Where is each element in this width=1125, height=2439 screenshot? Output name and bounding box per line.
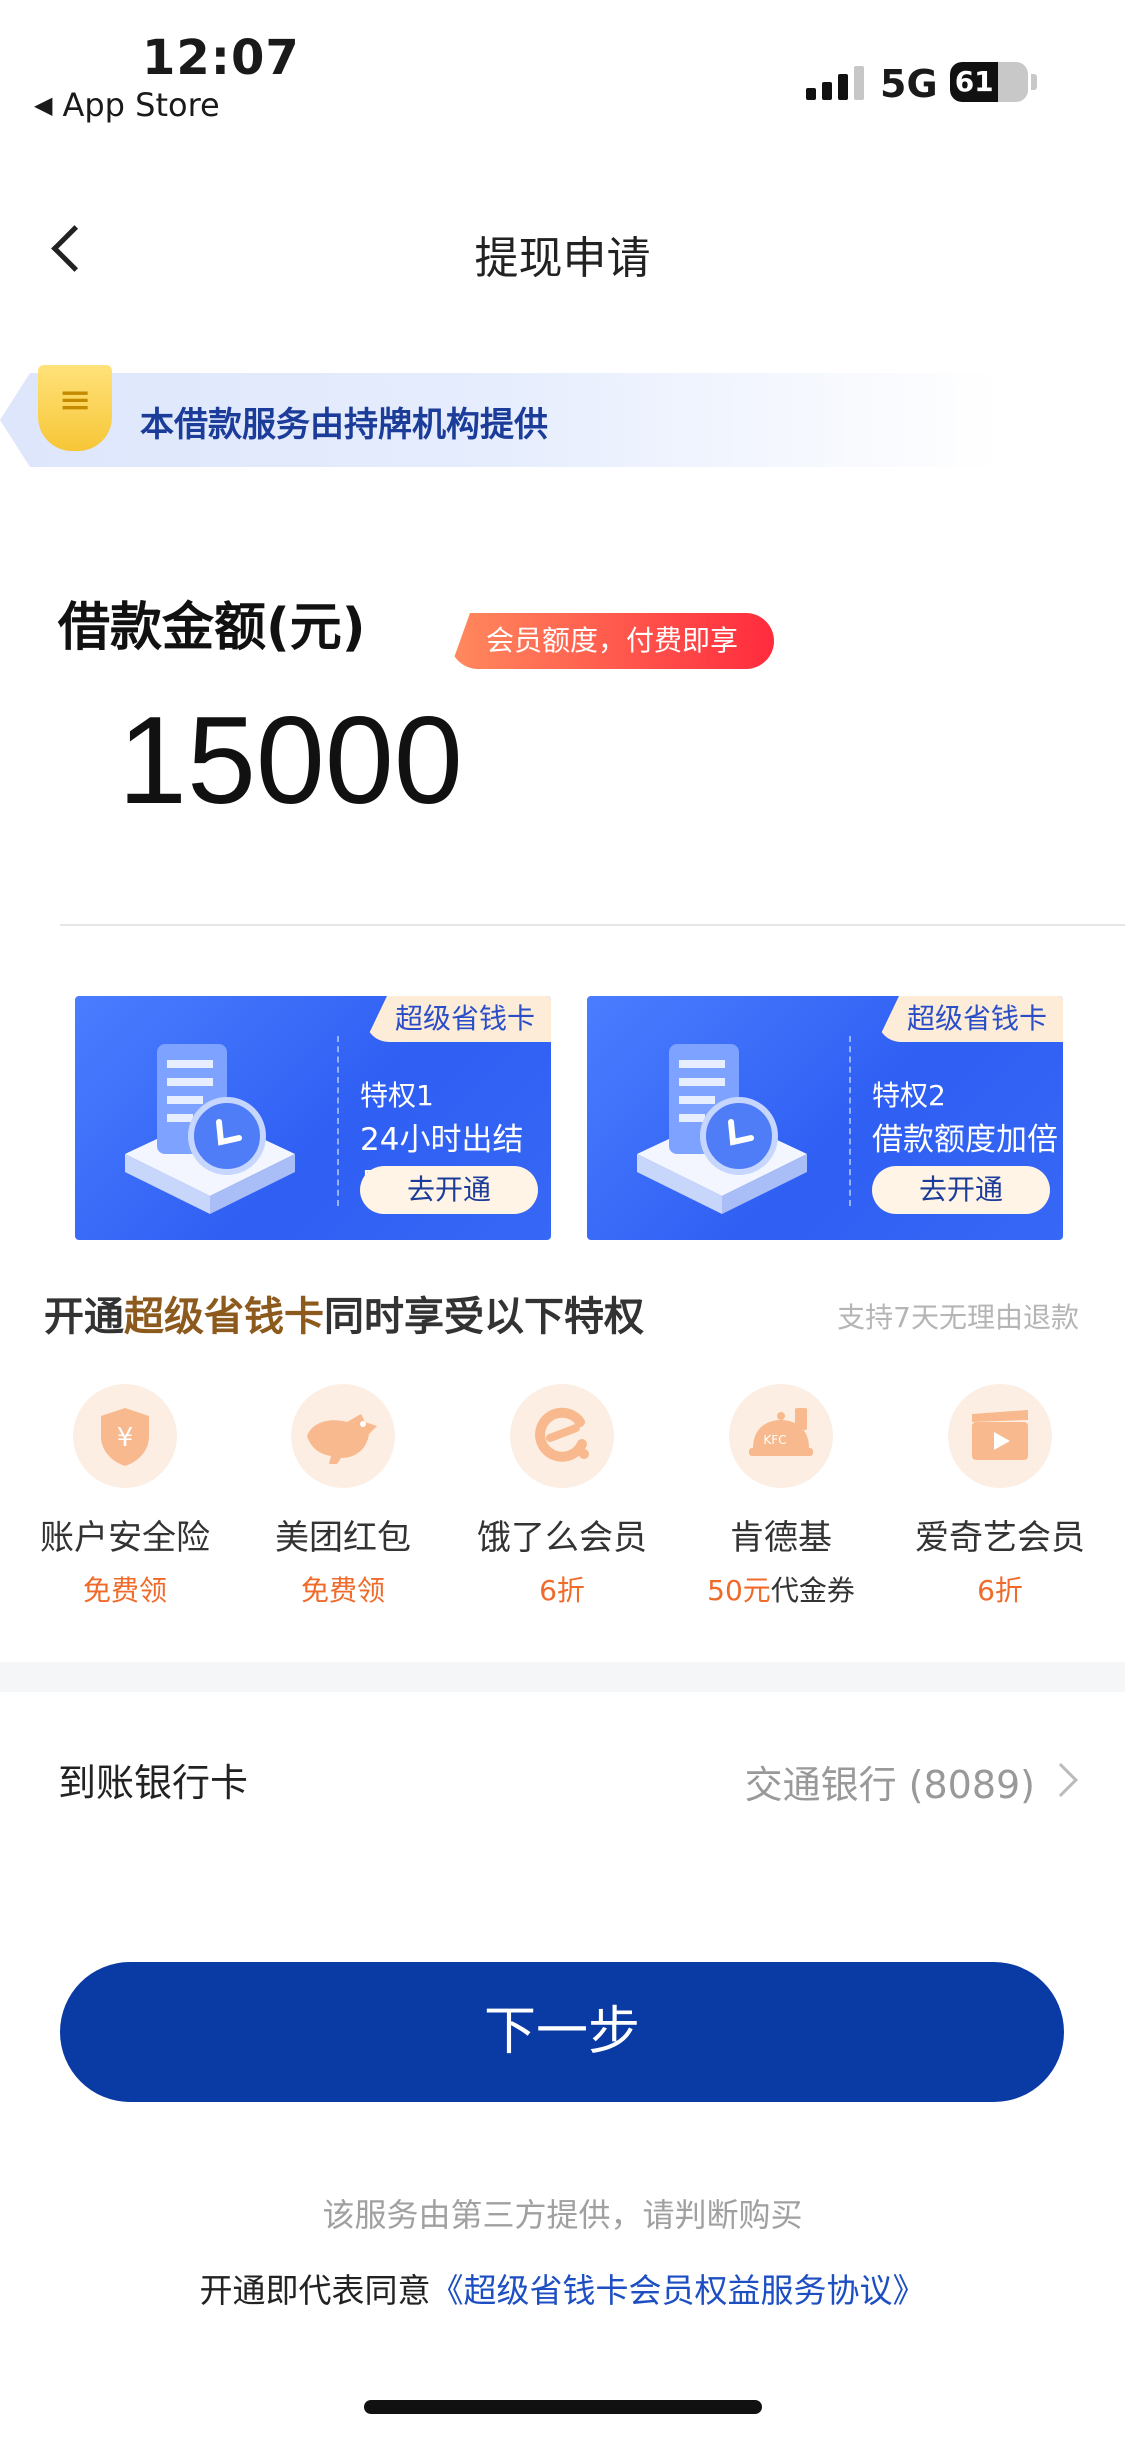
network-type: 5G [880,62,938,106]
privileges-title-prefix: 开通 [44,1294,124,1340]
video-icon [948,1384,1052,1488]
document-clock-icon [125,1044,295,1214]
privilege-offer-value: 6折 [977,1574,1023,1607]
card-tag: 超级省钱卡 [876,996,1063,1042]
status-bar: 12:07 ◀ App Store 5G 61 [0,0,1125,130]
privilege-item-eleme[interactable]: 饿了么会员 6折 [452,1384,672,1609]
section-divider [0,1662,1125,1692]
shield-yen-icon: ¥ [73,1384,177,1488]
privilege-name: 美团红包 [275,1518,411,1558]
privilege-offer-value: 6折 [539,1574,585,1607]
privilege-name: 肯德基 [730,1518,832,1558]
privilege-offer: 6折 [452,1569,672,1609]
promo-card-2[interactable]: 超级省钱卡 特权2 借款额度加倍 去开通 [587,996,1063,1240]
privilege-offer-rest: 代金券 [770,1574,855,1607]
privilege-item-iqiyi[interactable]: 爱奇艺会员 6折 [890,1384,1110,1609]
privilege-offer: 免费领 [233,1569,453,1609]
activate-button-2[interactable]: 去开通 [872,1166,1050,1214]
status-time: 12:07 [142,30,300,86]
card-privilege-label: 特权1 [360,1079,434,1112]
next-step-button[interactable]: 下一步 [60,1962,1064,2102]
svg-text:KFC: KFC [763,1433,786,1447]
document-clock-icon [637,1044,807,1214]
privileges-title-suffix: 同时享受以下特权 [324,1294,644,1340]
privileges-list: ¥ 账户安全险 免费领 美团红包 免费领 饿了么会员 6折 KFC 肯德基 50… [0,1384,1125,1614]
eleme-icon [510,1384,614,1488]
privilege-name: 饿了么会员 [477,1518,647,1558]
privilege-item-meituan[interactable]: 美团红包 免费领 [233,1384,453,1609]
refund-note: 支持7天无理由退款 [837,1301,1079,1334]
back-app-label: App Store [62,86,220,124]
card-divider [849,1036,851,1206]
signal-icon [806,66,864,100]
privilege-offer: 免费领 [15,1569,235,1609]
privilege-item-kfc[interactable]: KFC 肯德基 50元代金券 [671,1384,891,1609]
loan-amount-label: 借款金额(元) [58,598,366,658]
license-banner: 本借款服务由持牌机构提供 [0,365,1000,475]
battery-level: 61 [954,65,994,98]
back-triangle-icon: ◀ [34,91,53,119]
bank-card-value[interactable]: 交通银行 (8089) [745,1754,1035,1809]
license-text: 本借款服务由持牌机构提供 [140,405,548,445]
agreement-prefix: 开通即代表同意 [199,2271,431,2310]
privilege-offer-value: 免费领 [82,1574,167,1607]
privilege-offer-value: 50元 [707,1574,771,1607]
privileges-title: 开通超级省钱卡同时享受以下特权 [44,1284,644,1342]
page-title: 提现申请 [474,233,651,284]
card-divider [337,1036,339,1206]
home-indicator [364,2400,762,2414]
activate-button-1[interactable]: 去开通 [360,1166,538,1214]
agreement-link[interactable]: 《超级省钱卡会员权益服务协议》 [431,2271,926,2310]
battery-cap [1031,74,1037,90]
card-privilege-label: 特权2 [872,1079,946,1112]
member-quota-tag: 会员额度，付费即享 [450,613,775,669]
privilege-name: 账户安全险 [40,1518,210,1558]
svg-text:¥: ¥ [117,1423,134,1453]
back-to-app-store[interactable]: ◀ App Store [34,86,220,124]
privilege-item-insurance[interactable]: ¥ 账户安全险 免费领 [15,1384,235,1609]
kangaroo-icon [291,1384,395,1488]
promo-card-1[interactable]: 超级省钱卡 特权1 24小时出结果 去开通 [75,996,551,1240]
nav-bar: 提现申请 [0,200,1125,300]
battery-icon: 61 [950,62,1028,102]
card-tag: 超级省钱卡 [364,996,551,1042]
agreement-line: 开通即代表同意《超级省钱卡会员权益服务协议》 [0,2264,1125,2312]
kfc-icon: KFC [729,1384,833,1488]
privilege-name: 爱奇艺会员 [915,1518,1085,1558]
privileges-title-highlight: 超级省钱卡 [124,1294,324,1340]
chevron-right-icon[interactable] [1044,1763,1078,1797]
privilege-offer: 50元代金券 [671,1569,891,1609]
card-privilege-desc: 借款额度加倍 [872,1122,1058,1158]
privilege-offer: 6折 [890,1569,1110,1609]
divider [60,924,1125,926]
license-badge-icon [38,365,112,451]
bank-card-label: 到账银行卡 [58,1761,249,1805]
loan-amount-value[interactable]: 15000 [118,690,463,832]
third-party-notice: 该服务由第三方提供，请判断购买 [322,2196,803,2234]
privilege-offer-value: 免费领 [300,1574,385,1607]
